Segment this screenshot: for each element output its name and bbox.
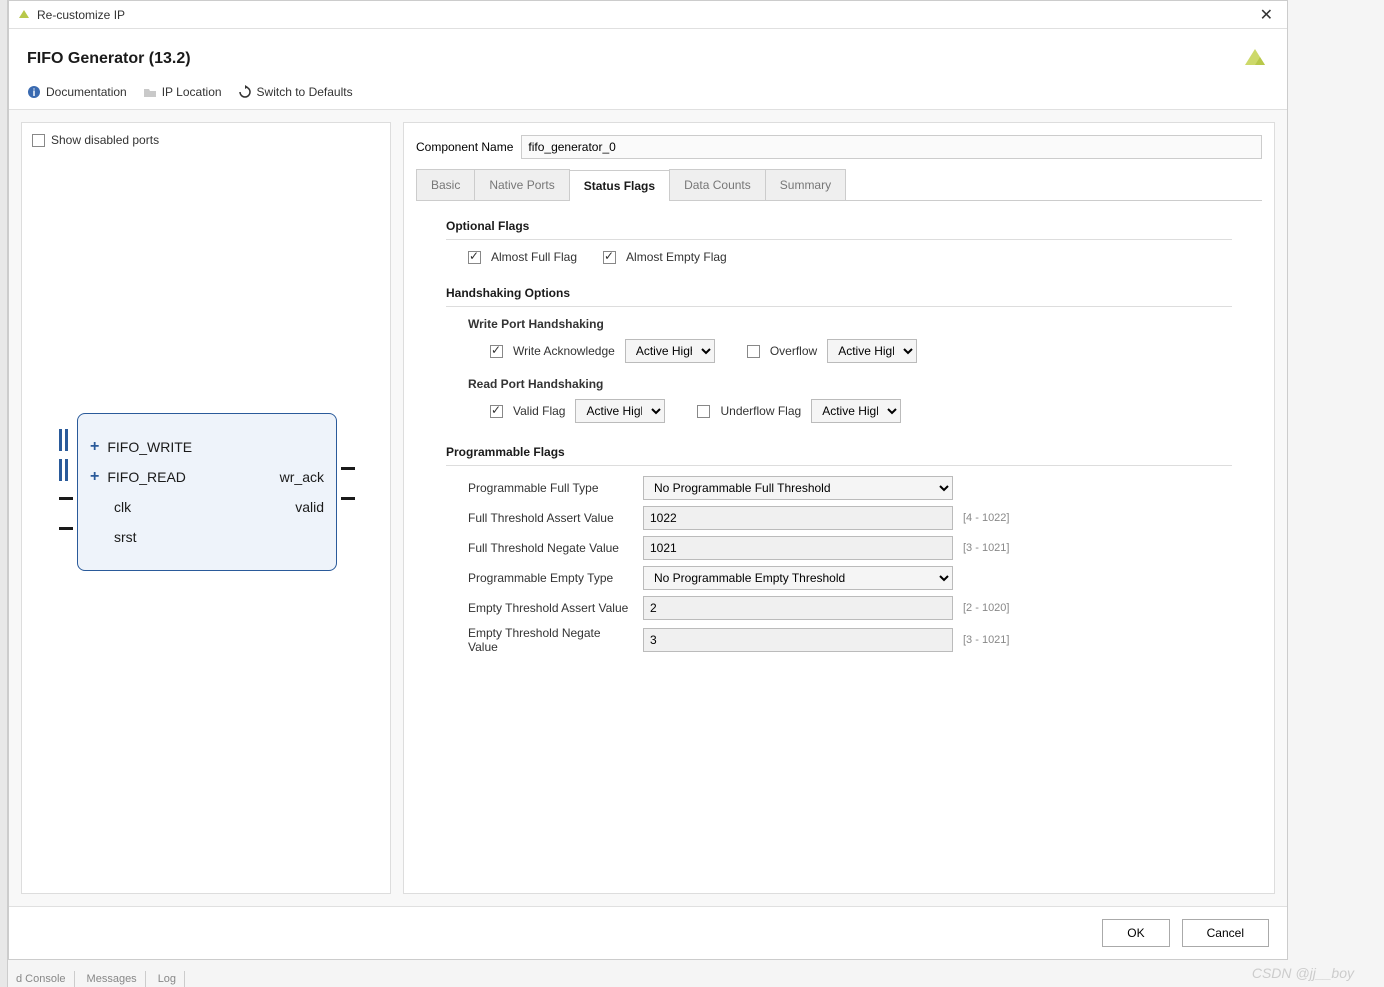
empty-assert-input[interactable]	[643, 596, 953, 620]
full-assert-input[interactable]	[643, 506, 953, 530]
info-icon: i	[27, 85, 41, 99]
tab-native-ports[interactable]: Native Ports	[474, 169, 569, 200]
component-name-input[interactable]	[521, 135, 1262, 159]
header: FIFO Generator (13.2)	[9, 29, 1287, 85]
valid-flag-label: Valid Flag	[513, 404, 565, 418]
valid-flag-checkbox[interactable]	[490, 405, 503, 418]
tab-summary[interactable]: Summary	[765, 169, 846, 200]
ip-block-diagram: + FIFO_WRITE + FIFO_READ wr_ack clk valid sr…	[77, 413, 337, 571]
folder-icon	[143, 85, 157, 99]
port-label: clk	[114, 499, 131, 515]
write-handshaking-heading: Write Port Handshaking	[468, 317, 1232, 331]
expand-icon[interactable]: +	[90, 468, 99, 486]
overflow-checkbox[interactable]	[747, 345, 760, 358]
show-disabled-checkbox[interactable]	[32, 134, 45, 147]
refresh-icon	[238, 85, 252, 99]
titlebar: Re-customize IP ✕	[9, 1, 1287, 29]
underflow-select[interactable]: Active High	[811, 399, 901, 423]
full-assert-label: Full Threshold Assert Value	[468, 511, 633, 525]
empty-negate-label: Empty Threshold Negate Value	[468, 626, 633, 654]
body: Show disabled ports + FIFO_WRITE + FIFO_RE…	[9, 110, 1287, 906]
read-handshaking-heading: Read Port Handshaking	[468, 377, 1232, 391]
vendor-logo	[1241, 45, 1269, 73]
expand-icon[interactable]: +	[90, 438, 99, 456]
prog-flags-heading: Programmable Flags	[446, 445, 1232, 459]
underflow-checkbox[interactable]	[697, 405, 710, 418]
app-icon	[17, 8, 31, 22]
cancel-button[interactable]: Cancel	[1182, 919, 1269, 947]
config-panel: Component Name Basic Native Ports Status…	[403, 122, 1275, 894]
full-negate-range: [3 - 1021]	[963, 542, 1043, 554]
window-title: Re-customize IP	[37, 8, 125, 22]
schematic-panel: Show disabled ports + FIFO_WRITE + FIFO_RE…	[21, 122, 391, 894]
full-negate-label: Full Threshold Negate Value	[468, 541, 633, 555]
component-name-label: Component Name	[416, 140, 513, 154]
tab-data-counts[interactable]: Data Counts	[669, 169, 766, 200]
prog-full-type-label: Programmable Full Type	[468, 481, 633, 495]
port-label: valid	[295, 499, 324, 515]
port-label: wr_ack	[280, 469, 324, 485]
write-ack-label: Write Acknowledge	[513, 344, 615, 358]
documentation-link[interactable]: i Documentation	[27, 85, 127, 99]
page-title: FIFO Generator (13.2)	[27, 50, 191, 68]
empty-assert-range: [2 - 1020]	[963, 602, 1043, 614]
empty-assert-label: Empty Threshold Assert Value	[468, 601, 633, 615]
tabs: Basic Native Ports Status Flags Data Cou…	[416, 169, 1262, 201]
almost-full-checkbox[interactable]	[468, 251, 481, 264]
underflow-label: Underflow Flag	[720, 404, 801, 418]
write-ack-select[interactable]: Active High	[625, 339, 715, 363]
optional-flags-heading: Optional Flags	[446, 219, 1232, 233]
full-negate-input[interactable]	[643, 536, 953, 560]
empty-negate-range: [3 - 1021]	[963, 634, 1043, 646]
valid-flag-select[interactable]: Active High	[575, 399, 665, 423]
show-disabled-label: Show disabled ports	[51, 133, 159, 147]
footer: OK Cancel	[9, 906, 1287, 959]
empty-negate-input[interactable]	[643, 628, 953, 652]
prog-empty-type-label: Programmable Empty Type	[468, 571, 633, 585]
port-label: srst	[114, 529, 137, 545]
svg-text:i: i	[33, 88, 36, 99]
almost-empty-checkbox[interactable]	[603, 251, 616, 264]
ok-button[interactable]: OK	[1102, 919, 1169, 947]
write-ack-checkbox[interactable]	[490, 345, 503, 358]
dialog-window: Re-customize IP ✕ FIFO Generator (13.2) …	[8, 0, 1288, 960]
full-assert-range: [4 - 1022]	[963, 512, 1043, 524]
toolbar: i Documentation IP Location Switch to De…	[9, 85, 1287, 110]
switch-defaults-link[interactable]: Switch to Defaults	[238, 85, 353, 99]
ip-location-link[interactable]: IP Location	[143, 85, 222, 99]
almost-empty-label: Almost Empty Flag	[626, 250, 727, 264]
bottom-tabs: d Console Messages Log	[8, 971, 185, 987]
port-label: FIFO_READ	[107, 469, 186, 485]
close-button[interactable]: ✕	[1254, 5, 1279, 25]
tab-basic[interactable]: Basic	[416, 169, 475, 200]
overflow-label: Overflow	[770, 344, 817, 358]
watermark: CSDN @jj__boy	[1252, 965, 1354, 981]
prog-empty-type-select[interactable]: No Programmable Empty Threshold	[643, 566, 953, 590]
tab-status-flags[interactable]: Status Flags	[569, 170, 670, 201]
almost-full-label: Almost Full Flag	[491, 250, 577, 264]
prog-full-type-select[interactable]: No Programmable Full Threshold	[643, 476, 953, 500]
tab-content: Optional Flags Almost Full Flag Almost E…	[416, 201, 1262, 881]
overflow-select[interactable]: Active High	[827, 339, 917, 363]
handshaking-heading: Handshaking Options	[446, 286, 1232, 300]
port-label: FIFO_WRITE	[107, 439, 192, 455]
